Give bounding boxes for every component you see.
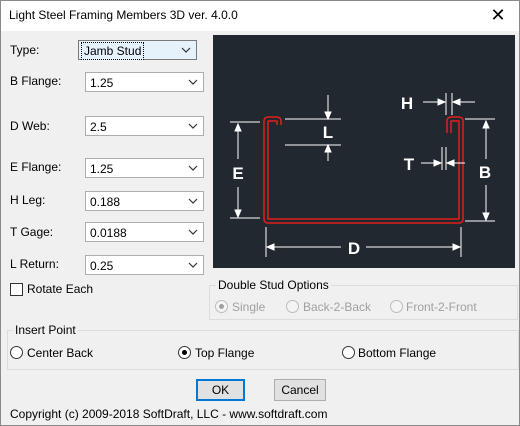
- ok-button[interactable]: OK: [196, 379, 245, 401]
- d-web-value: 2.5: [90, 120, 107, 134]
- e-flange-select[interactable]: 1.25: [85, 158, 204, 178]
- t-gage-label: T Gage:: [10, 225, 54, 239]
- type-select[interactable]: Jamb Stud: [78, 40, 197, 60]
- dim-label-h: H: [401, 94, 413, 113]
- rotate-each-checkbox[interactable]: [10, 283, 23, 296]
- radio-back-2-back-label: Back-2-Back: [303, 300, 372, 314]
- b-flange-label: B Flange:: [10, 74, 62, 88]
- chevron-down-icon: [188, 123, 198, 129]
- title-bar: Light Steel Framing Members 3D ver. 4.0.…: [1, 1, 519, 31]
- profile-preview: E L D H T B: [213, 35, 515, 268]
- dim-label-t: T: [404, 155, 415, 174]
- l-return-value: 0.25: [90, 259, 114, 273]
- t-gage-value: 0.0188: [90, 226, 127, 240]
- radio-bottom-flange[interactable]: [342, 346, 355, 359]
- radio-selected-dot: [182, 350, 187, 355]
- e-flange-label: E Flange:: [10, 160, 62, 174]
- chevron-down-icon: [188, 198, 198, 204]
- double-stud-title: Double Stud Options: [216, 278, 331, 292]
- dim-label-e: E: [232, 164, 243, 183]
- stud-profile-shape: [263, 116, 464, 224]
- close-icon[interactable]: ✕: [487, 4, 509, 26]
- chevron-down-icon: [188, 79, 198, 85]
- chevron-down-icon: [188, 165, 198, 171]
- stud-profile-inner: [264, 117, 463, 223]
- d-web-select[interactable]: 2.5: [85, 116, 204, 136]
- b-flange-select[interactable]: 1.25: [85, 72, 204, 92]
- b-flange-value: 1.25: [90, 76, 114, 90]
- radio-single-label: Single: [232, 300, 266, 314]
- e-flange-value: 1.25: [90, 162, 114, 176]
- l-return-select[interactable]: 0.25: [85, 255, 204, 275]
- radio-bottom-flange-label: Bottom Flange: [358, 346, 437, 360]
- c-stud-diagram: E L D H T B: [230, 93, 495, 258]
- radio-single[interactable]: [215, 300, 228, 313]
- chevron-down-icon: [188, 229, 198, 235]
- radio-front-2-front-label: Front-2-Front: [406, 300, 477, 314]
- radio-back-2-back[interactable]: [286, 300, 299, 313]
- insert-point-title: Insert Point: [13, 323, 78, 337]
- radio-top-flange[interactable]: [178, 346, 191, 359]
- dim-label-l: L: [323, 123, 333, 142]
- type-select-value: Jamb Stud: [81, 42, 145, 60]
- radio-selected-dot: [219, 304, 224, 309]
- chevron-down-icon: [188, 262, 198, 268]
- dialog-window: Light Steel Framing Members 3D ver. 4.0.…: [0, 0, 520, 426]
- h-leg-select[interactable]: 0.188: [85, 191, 204, 211]
- radio-center-back-label: Center Back: [27, 346, 94, 360]
- chevron-down-icon: [181, 47, 191, 53]
- radio-center-back[interactable]: [10, 346, 23, 359]
- t-gage-select[interactable]: 0.0188: [85, 222, 204, 242]
- dim-label-b: B: [479, 163, 491, 182]
- copyright-text: Copyright (c) 2009-2018 SoftDraft, LLC -…: [10, 407, 328, 421]
- rotate-each-label: Rotate Each: [27, 282, 94, 296]
- window-title: Light Steel Framing Members 3D ver. 4.0.…: [9, 8, 238, 22]
- dim-label-d: D: [348, 239, 360, 258]
- h-leg-label: H Leg:: [10, 193, 46, 207]
- h-leg-value: 0.188: [90, 195, 121, 209]
- d-web-label: D Web:: [10, 119, 50, 133]
- cancel-button[interactable]: Cancel: [274, 379, 326, 401]
- l-return-label: L Return:: [10, 257, 59, 271]
- radio-front-2-front[interactable]: [390, 300, 403, 313]
- radio-top-flange-label: Top Flange: [195, 346, 255, 360]
- type-label: Type:: [10, 43, 40, 57]
